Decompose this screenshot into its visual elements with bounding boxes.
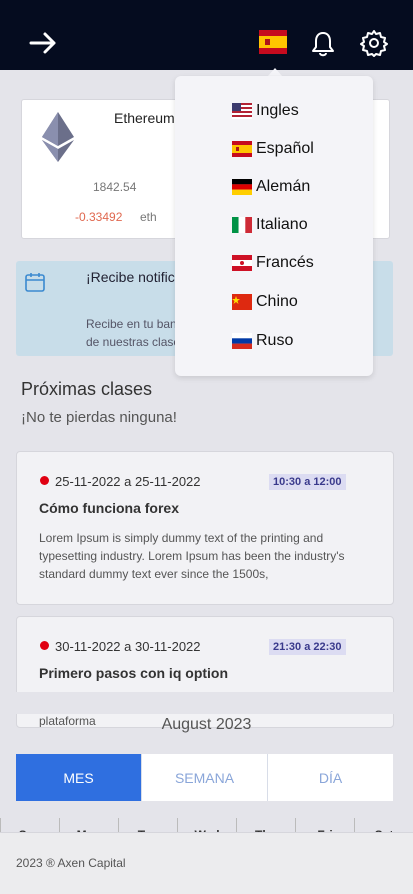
- language-option-ruso[interactable]: Ruso: [232, 330, 293, 352]
- ru-flag-icon: [232, 333, 252, 349]
- class-time-badge: 10:30 a 12:00: [269, 474, 346, 490]
- class-date: 25-11-2022 a 25-11-2022: [55, 474, 201, 489]
- language-option-frances[interactable]: Francés: [232, 252, 314, 274]
- es-flag-icon: [232, 141, 252, 157]
- tab-month[interactable]: MES: [16, 754, 142, 801]
- ethereum-icon: [42, 112, 74, 162]
- crypto-unit: eth: [140, 210, 157, 224]
- language-option-aleman[interactable]: Alemán: [232, 176, 310, 198]
- weekday-label: Thu: [236, 818, 295, 832]
- us-flag-icon: [232, 103, 252, 119]
- language-option-italiano[interactable]: Italiano: [232, 214, 308, 236]
- class-date: 30-11-2022 a 30-11-2022: [55, 639, 201, 654]
- language-option-chino[interactable]: Chino: [232, 291, 298, 313]
- calendar-icon: [25, 273, 45, 292]
- arrow-right-icon[interactable]: [28, 28, 58, 58]
- gear-icon[interactable]: [360, 29, 388, 57]
- es-flag-icon[interactable]: [259, 30, 287, 54]
- language-option-espanol[interactable]: Español: [232, 138, 314, 160]
- weekday-label: Sun: [0, 818, 59, 832]
- bell-icon[interactable]: [310, 30, 336, 58]
- cn-flag-icon: [232, 294, 252, 310]
- upcoming-classes-title: Próximas clases: [21, 379, 153, 399]
- crypto-change: -0.33492: [75, 210, 123, 224]
- calendar-view-tabs: MES SEMANA DÍA: [16, 754, 393, 801]
- class-title: Primero pasos con iq option: [39, 665, 229, 681]
- language-label: Italiano: [256, 216, 308, 233]
- language-label: Chino: [256, 293, 298, 310]
- live-dot: [40, 476, 49, 485]
- class-description: Lorem Ipsum is simply dummy text of the …: [39, 531, 345, 581]
- language-label: Alemán: [256, 178, 311, 195]
- list-fade: [0, 692, 413, 714]
- crypto-price: 1842.54: [93, 180, 137, 194]
- fr-flag-icon: [232, 255, 252, 271]
- class-time-badge: 21:30 a 22:30: [269, 639, 346, 655]
- tab-week[interactable]: SEMANA: [142, 754, 268, 801]
- crypto-name: Ethereum: [114, 110, 175, 126]
- language-label: Francés: [256, 254, 314, 271]
- language-label: Ingles: [256, 102, 299, 119]
- weekday-label: Wed: [177, 818, 236, 832]
- calendar-weekday-header: Sun Mon Tue Wed Thu Fri Sat: [0, 818, 413, 832]
- weekday-label: Mon: [59, 818, 118, 832]
- it-flag-icon: [232, 217, 252, 233]
- live-dot: [40, 641, 49, 650]
- footer-copyright: 2023 ® Axen Capital: [16, 856, 126, 870]
- footer: 2023 ® Axen Capital: [0, 832, 413, 894]
- language-dropdown: Ingles Español Alemán Italiano Francés C…: [175, 76, 373, 376]
- class-card[interactable]: 25-11-2022 a 25-11-2022 10:30 a 12:00 Có…: [16, 451, 394, 605]
- tab-day[interactable]: DÍA: [268, 754, 393, 801]
- weekday-label: Fri: [295, 818, 354, 832]
- language-label: Español: [256, 140, 314, 157]
- dropdown-caret: [268, 68, 282, 76]
- upcoming-classes-subtitle: ¡No te pierdas ninguna!: [21, 409, 177, 426]
- language-option-ingles[interactable]: Ingles: [232, 100, 299, 122]
- language-label: Ruso: [256, 332, 294, 349]
- weekday-label: Sat: [354, 818, 413, 832]
- class-title: Cómo funciona forex: [39, 500, 180, 516]
- de-flag-icon: [232, 179, 252, 195]
- top-bar: [0, 0, 413, 70]
- calendar-month: August 2023: [161, 716, 252, 733]
- weekday-label: Tue: [118, 818, 177, 832]
